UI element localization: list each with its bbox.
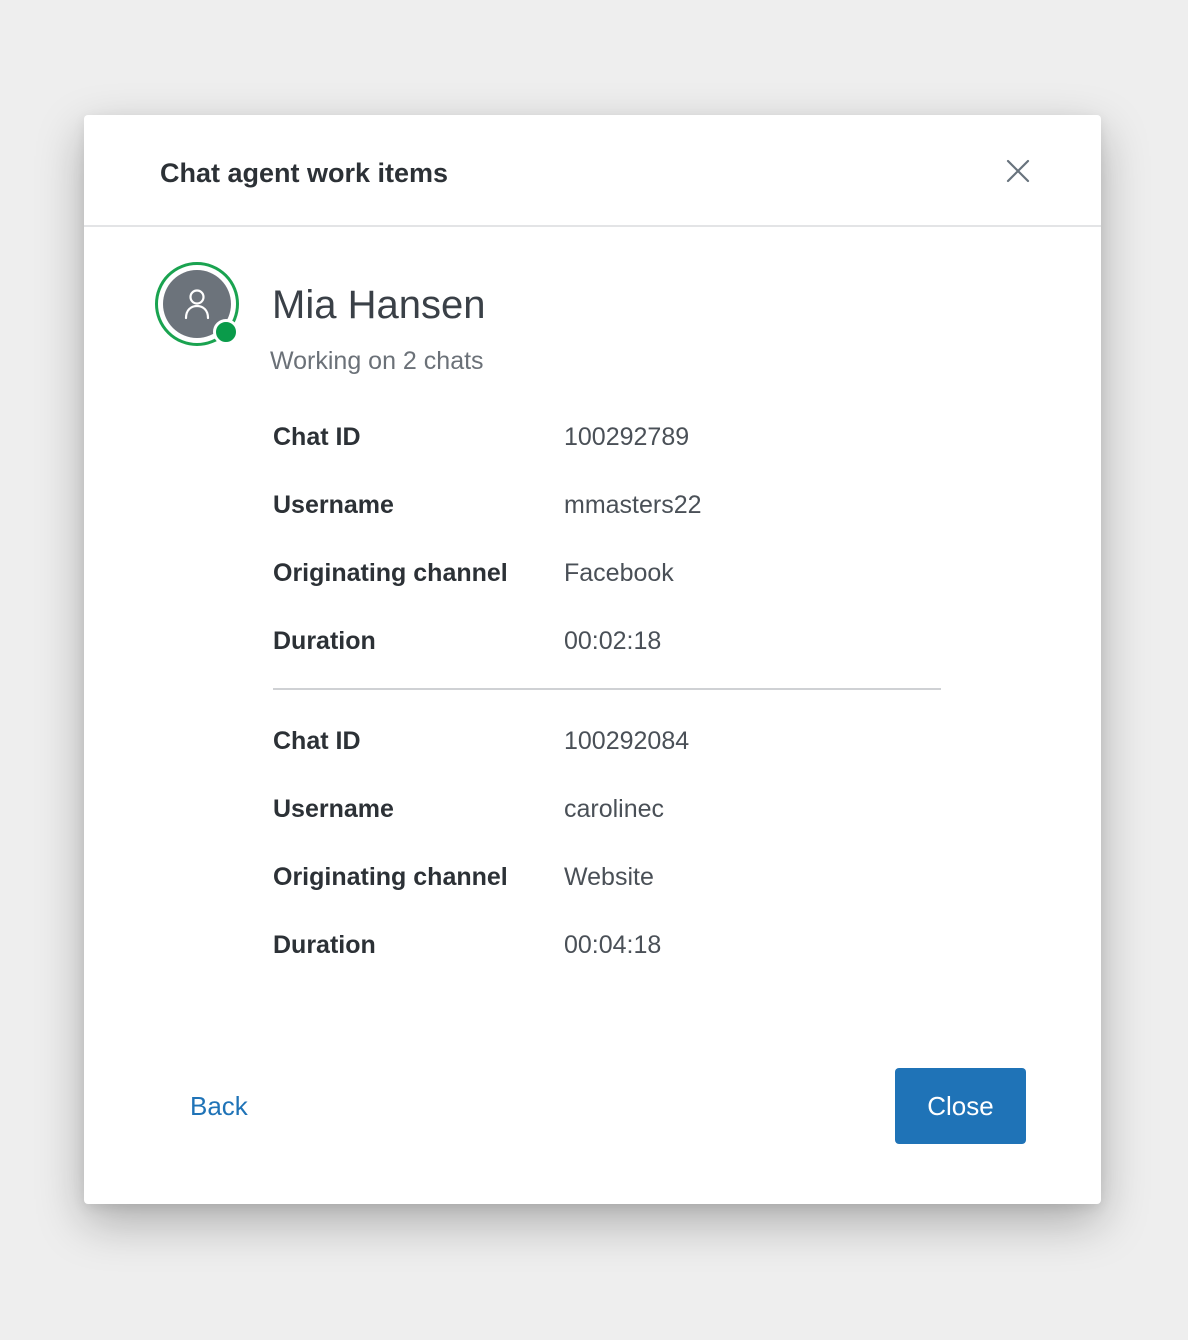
field-label: Chat ID	[273, 423, 361, 451]
field-label: Duration	[273, 627, 376, 655]
chat-row-chat-id: Chat ID 100292084	[273, 724, 941, 792]
agent-status-text: Working on 2 chats	[270, 347, 484, 375]
modal-header: Chat agent work items	[84, 115, 1101, 227]
user-icon	[184, 289, 210, 320]
chat-row-originating-channel: Originating channel Website	[273, 860, 941, 928]
close-button[interactable]: Close	[895, 1068, 1026, 1144]
field-label: Username	[273, 491, 394, 519]
modal-title: Chat agent work items	[160, 158, 449, 188]
field-label: Username	[273, 795, 394, 823]
field-label: Originating channel	[273, 863, 508, 891]
agent-avatar	[155, 262, 239, 346]
chat-row-username: Username mmasters22	[273, 488, 941, 556]
close-icon[interactable]	[1002, 155, 1034, 187]
field-label: Chat ID	[273, 727, 361, 755]
chat-row-chat-id: Chat ID 100292789	[273, 420, 941, 488]
chat-row-duration: Duration 00:04:18	[273, 928, 941, 996]
chat-agent-work-items-modal: Chat agent work items Mia Hansen Working…	[84, 115, 1101, 1204]
field-value: 00:02:18	[564, 627, 662, 655]
field-label: Originating channel	[273, 559, 508, 587]
field-value: 100292084	[564, 727, 690, 755]
back-link[interactable]: Back	[190, 1089, 248, 1123]
field-value: mmasters22	[564, 491, 702, 519]
chat-row-username: Username carolinec	[273, 792, 941, 860]
agent-name: Mia Hansen	[272, 283, 486, 327]
field-label: Duration	[273, 931, 376, 959]
field-value: 00:04:18	[564, 931, 662, 959]
field-value: Facebook	[564, 559, 674, 587]
field-value: Website	[564, 863, 654, 891]
chat-item-1: Chat ID 100292789 Username mmasters22 Or…	[273, 420, 941, 692]
field-value: 100292789	[564, 423, 690, 451]
chat-row-duration: Duration 00:02:18	[273, 624, 941, 692]
chat-row-originating-channel: Originating channel Facebook	[273, 556, 941, 624]
field-value: carolinec	[564, 795, 665, 823]
online-status-dot	[213, 319, 239, 345]
chat-divider	[273, 688, 941, 690]
chat-item-2: Chat ID 100292084 Username carolinec Ori…	[273, 724, 941, 996]
